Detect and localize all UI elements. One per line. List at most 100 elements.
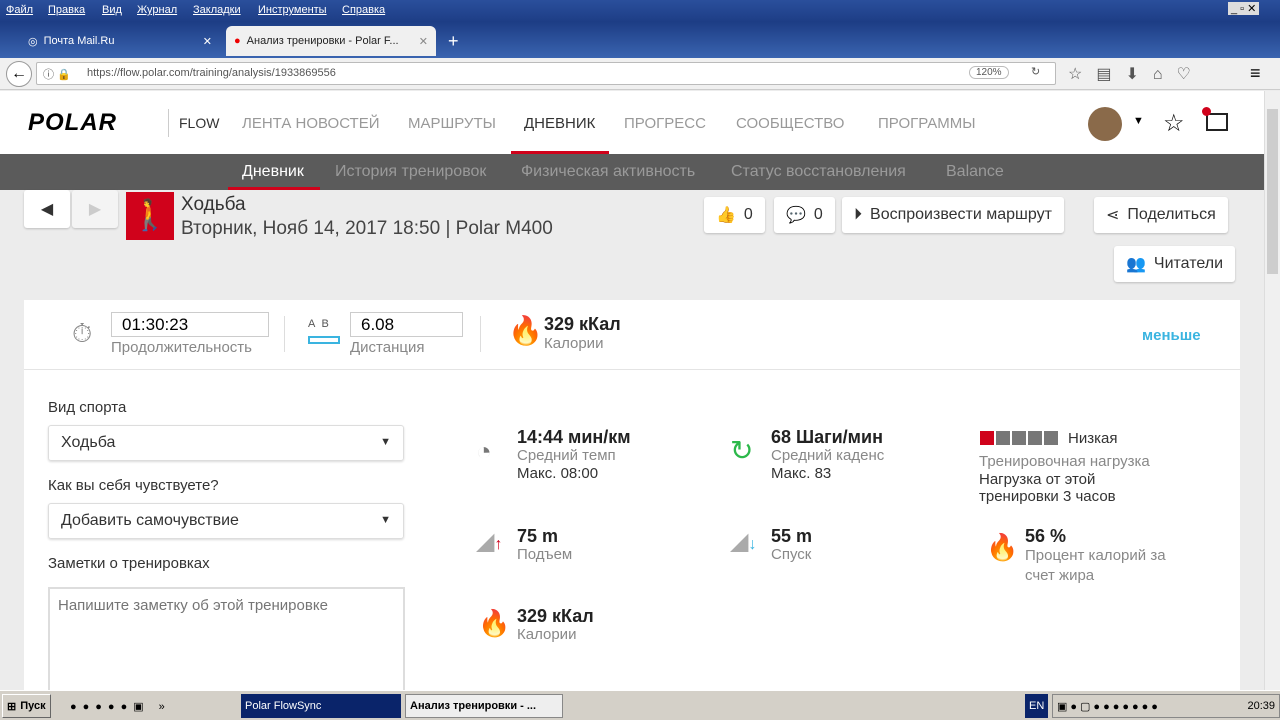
sport-label: Вид спорта [48,399,127,416]
readers-button[interactable]: 👥 Читатели [1114,246,1236,282]
subnav-activity[interactable]: Физическая активность [521,163,695,181]
menu-file[interactable]: Файл [6,4,33,16]
dropdown-arrow-icon: ▼ [380,436,391,448]
new-tab-button[interactable]: + [440,26,467,56]
menu-bar: Файл Правка Вид Журнал Закладки Инструме… [0,0,1280,22]
tab-bar: ◎ Почта Mail.Ru ✕ ● Анализ тренировки - Pol… [0,22,1280,58]
people-icon: 👥 [1126,256,1146,273]
subnav-recovery[interactable]: Статус восстановления [731,163,906,181]
nav-routes[interactable]: МАРШРУТЫ [408,115,496,132]
share-button[interactable]: ⋖ Поделиться [1094,197,1228,233]
toolbar-icons[interactable]: ☆▤⬇⌂♡ [1068,64,1205,84]
menu-edit[interactable]: Правка [48,4,85,16]
language-indicator[interactable]: EN [1025,694,1049,718]
window-controls[interactable]: _ ▫ ✕ [1228,2,1260,15]
subnav-balance[interactable]: Balance [946,163,1004,181]
summary-bar: ⏱ 01:30:23 Продолжительность A B 6.08 Ди… [24,300,1240,370]
load-desc: Нагрузка от этой тренировки 3 часов [979,471,1116,505]
pace-value: 14:44 мин/км [517,427,631,447]
start-button[interactable]: ⊞ Пуск [2,694,51,718]
close-icon[interactable]: ✕ [203,35,212,48]
site-header: POLAR FLOW ЛЕНТА НОВОСТЕЙ МАРШРУТЫ ДНЕВН… [0,91,1264,154]
fat-label: Процент калорий за счет жира [1025,547,1166,584]
menu-bookmarks[interactable]: Закладки [193,4,241,16]
sport-select[interactable]: Ходьба ▼ [48,425,404,461]
replay-route-button[interactable]: ⏵ Воспроизвести маршрут [842,197,1064,233]
play-icon: ⏵ [854,206,863,223]
nav-community[interactable]: СООБЩЕСТВО [736,115,844,132]
mail-icon: ◎ [28,35,38,48]
fat-value: 56 % [1025,526,1067,546]
star-icon[interactable]: ☆ [1163,109,1185,138]
calories-label: Калории [544,335,604,352]
pace-label: Средний темп [517,447,616,464]
load-bar-segment [1044,431,1058,445]
descent-value: 55 m [771,526,813,546]
chevron-down-icon[interactable]: ▼ [1133,115,1144,127]
nav-progress[interactable]: ПРОГРЕСС [624,115,706,132]
info-icon[interactable]: ⓘ 🔒 [43,66,71,82]
close-icon[interactable]: ✕ [419,35,428,48]
menu-help[interactable]: Справка [342,4,385,16]
reload-icon[interactable]: ↻ [1031,65,1040,78]
speedometer-icon: ◔ [476,436,492,466]
descent-icon: ◢↓ [730,528,757,555]
cadence-max: Макс. 83 [771,465,832,482]
taskbar-item-flowsync[interactable]: Polar FlowSync [241,694,401,718]
polar-logo[interactable]: POLAR [28,109,117,137]
sub-nav: Дневник История тренировок Физическая ак… [0,154,1264,190]
load-value: Низкая [1068,430,1118,447]
nav-feed[interactable]: ЛЕНТА НОВОСТЕЙ [242,115,379,132]
menu-history[interactable]: Журнал [137,4,177,16]
load-bar-segment [1012,431,1026,445]
cadence-label: Средний каденс [771,447,885,464]
notifications-icon[interactable] [1202,107,1228,131]
stopwatch-icon: ⏱ [72,318,93,348]
next-button[interactable]: ▶ [72,190,118,228]
menu-view[interactable]: Вид [102,4,122,16]
flow-label: FLOW [168,109,219,137]
feeling-select[interactable]: Добавить самочувствие ▼ [48,503,404,539]
back-icon[interactable]: ← [6,61,32,87]
comment-icon: 💬 [786,207,806,224]
prev-button[interactable]: ◀ [24,190,70,228]
training-load-bars [980,431,1058,445]
load-bar-segment [1028,431,1042,445]
like-button[interactable]: 👍 0 [704,197,765,233]
menu-tools[interactable]: Инструменты [258,4,327,16]
descent-label: Спуск [771,546,812,563]
system-tray: ▣●▢●●●●●●● 20:39 [1052,694,1280,718]
taskbar: ⊞ Пуск ●●●●●▣ » Polar FlowSync Анализ тре… [0,690,1280,720]
less-link[interactable]: меньше [1142,327,1201,344]
distance-label: Дистанция [350,339,425,356]
notes-label: Заметки о тренировках [48,555,210,572]
comments-button[interactable]: 💬 0 [774,197,835,233]
notes-textarea[interactable] [48,587,405,690]
duration-field[interactable]: 01:30:23 [111,312,269,337]
cadence-icon: ↻ [730,435,754,466]
walking-icon: 🚶 [126,192,174,240]
tab-polar[interactable]: ● Анализ тренировки - Polar F... ✕ [226,26,436,56]
flame-icon: 🔥 [478,608,511,638]
quick-launch-icons[interactable]: ●●●●●▣ » [66,694,175,718]
menu-icon[interactable]: ≡ [1250,63,1261,84]
distance-field[interactable]: 6.08 [350,312,463,337]
url-bar[interactable]: https://flow.polar.com/training/analysis… [36,62,1056,85]
polar-icon: ● [234,35,241,47]
avatar[interactable] [1088,107,1122,141]
subnav-diary[interactable]: Дневник [242,163,304,181]
tab-mail[interactable]: ◎ Почта Mail.Ru ✕ [20,26,220,56]
zoom-level[interactable]: 120% [969,66,1009,79]
cadence-value: 68 Шаги/мин [771,427,883,447]
nav-diary[interactable]: ДНЕВНИК [524,115,595,132]
page: POLAR FLOW ЛЕНТА НОВОСТЕЙ МАРШРУТЫ ДНЕВН… [0,91,1264,690]
scrollbar[interactable] [1264,91,1280,690]
feel-label: Как вы себя чувствуете? [48,477,219,494]
kcal-value: 329 кКал [517,606,594,626]
nav-programs[interactable]: ПРОГРАММЫ [878,115,976,132]
thumbs-up-icon: 👍 [716,207,736,224]
subnav-history[interactable]: История тренировок [335,163,486,181]
taskbar-item-browser[interactable]: Анализ тренировки - ... [405,694,563,718]
share-icon: ⋖ [1106,207,1120,224]
calories-value: 329 кКал [544,314,621,334]
